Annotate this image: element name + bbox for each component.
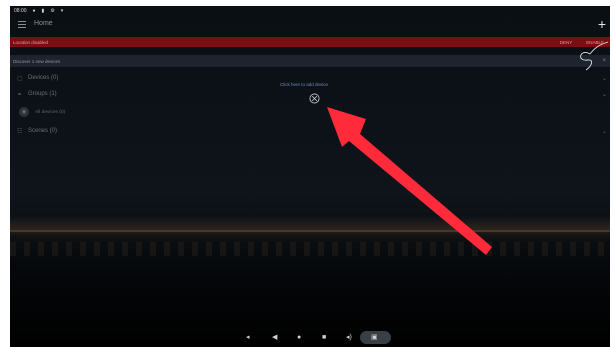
device-screen: 08:00 ● ▮ ⚙ ▾ Home + Location disabled D… [10,6,610,347]
navigation-bar: ◂ ◀ ● ■ ◂) ▣ [10,329,610,347]
back-icon[interactable]: ◀ [272,333,277,342]
annotation-arrow [327,107,492,255]
handwritten-signature [580,41,609,71]
screenshot-button[interactable]: ▣ [360,331,391,344]
volume-down-icon[interactable]: ◂ [246,333,250,342]
screenshot-icon: ▣ [371,334,378,341]
volume-up-icon[interactable]: ◂) [346,333,352,342]
home-icon[interactable]: ● [297,333,301,342]
recents-icon[interactable]: ■ [322,333,326,342]
